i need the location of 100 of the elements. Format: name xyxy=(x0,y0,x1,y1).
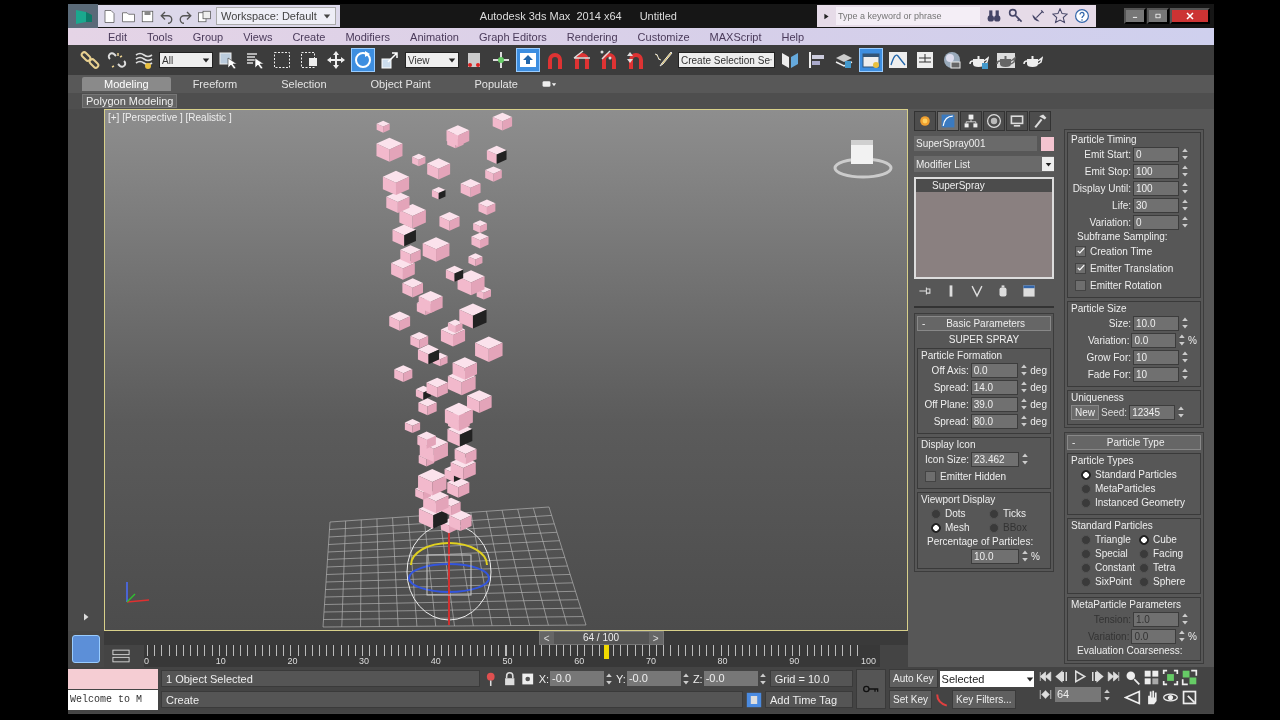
document-button[interactable] xyxy=(102,8,117,24)
number-field[interactable]: 0 xyxy=(1133,146,1179,162)
coordinate-field[interactable]: -0.0 xyxy=(626,671,681,686)
ribbon-panel-button[interactable]: Polygon Modeling xyxy=(82,94,178,108)
ribbon-tab[interactable]: Object Paint xyxy=(348,77,453,91)
spinner-arrows-icon[interactable] xyxy=(1181,181,1189,195)
radio-button[interactable] xyxy=(1139,548,1149,559)
radio-button[interactable] xyxy=(1081,562,1091,573)
menu-item[interactable]: Edit xyxy=(108,30,127,43)
zoom-icon[interactable] xyxy=(1124,669,1141,686)
time-tag-button[interactable] xyxy=(746,691,762,708)
number-field[interactable]: 0 xyxy=(1133,214,1179,230)
project-folder-button[interactable] xyxy=(197,8,212,24)
fork-icon[interactable] xyxy=(970,284,984,298)
time-tag-field[interactable]: Add Time Tag xyxy=(765,691,853,708)
checkbox[interactable] xyxy=(925,470,936,482)
link-button[interactable] xyxy=(78,48,102,72)
script-field[interactable] xyxy=(68,669,158,689)
checkbox[interactable] xyxy=(1075,279,1086,291)
spinner-arrows-icon[interactable] xyxy=(1181,215,1189,229)
frame-field[interactable]: 64 xyxy=(1055,687,1101,702)
number-field[interactable]: 100 xyxy=(1133,163,1179,179)
override-button[interactable] xyxy=(516,48,540,72)
viewport-label[interactable]: [+] [Perspective ] [Realistic ] xyxy=(108,112,232,123)
spinner-arrows-icon[interactable] xyxy=(1178,629,1187,643)
new-button[interactable]: New xyxy=(1071,404,1099,420)
menu-item[interactable]: Create xyxy=(292,30,326,43)
panel-tab[interactable] xyxy=(983,111,1005,131)
dropdown[interactable]: View xyxy=(405,52,459,68)
radio-button[interactable] xyxy=(1081,576,1091,587)
menu-item[interactable]: Rendering xyxy=(566,30,618,43)
help-icon[interactable] xyxy=(1073,8,1090,24)
panel-tab[interactable] xyxy=(937,111,959,131)
number-field[interactable]: 12345 xyxy=(1129,404,1176,420)
menu-item[interactable]: MAXScript xyxy=(709,30,762,43)
floppy-button[interactable] xyxy=(140,8,155,24)
star-icon[interactable] xyxy=(1051,8,1068,24)
track-bar[interactable]: 0 10 20 30 40 50 60 70 80 90 100 xyxy=(144,645,880,667)
spinner-arrows-icon[interactable] xyxy=(1181,367,1189,381)
auto-key-button[interactable]: Auto Key xyxy=(889,669,938,688)
ribbon-tab[interactable]: Populate xyxy=(452,77,540,91)
number-field[interactable]: 14.0 xyxy=(970,379,1019,395)
checkbox[interactable] xyxy=(1075,245,1086,257)
panel-tab[interactable] xyxy=(960,111,982,131)
key-filters-button[interactable]: Key Filters... xyxy=(952,690,1016,709)
radio-button[interactable] xyxy=(1081,497,1091,508)
panel-tab[interactable] xyxy=(1006,111,1028,131)
ribbon-tab[interactable]: Selection xyxy=(259,77,349,91)
maximize-viewport-icon[interactable] xyxy=(1181,689,1198,706)
zoom-extents-all-icon[interactable] xyxy=(1181,669,1198,686)
search-field[interactable]: Type a keyword or phrase xyxy=(835,7,980,25)
key-mode-dropdown[interactable]: Selected xyxy=(939,670,1034,687)
name-field[interactable]: SuperSpray001 xyxy=(914,136,1037,151)
coordinate-field[interactable]: -0.0 xyxy=(550,671,605,686)
viewport[interactable]: [+] [Perspective ] [Realistic ] xyxy=(104,109,908,631)
go-to-start-icon[interactable] xyxy=(1038,669,1053,684)
spinner-arrows-icon[interactable] xyxy=(1020,397,1029,411)
spinner-arrows-icon[interactable] xyxy=(1177,405,1186,419)
checkbox[interactable] xyxy=(1075,262,1086,274)
time-slider-thumb[interactable]: < 64 / 100 > xyxy=(538,631,664,645)
track-bar-icon[interactable] xyxy=(112,649,130,663)
radio-button[interactable] xyxy=(1081,483,1091,494)
radio-button[interactable] xyxy=(989,508,999,519)
stack-item[interactable]: SuperSpray xyxy=(916,179,1052,192)
spinner-arrows-icon[interactable] xyxy=(1021,452,1029,466)
layout-toggle-button[interactable] xyxy=(72,635,100,663)
radio-button[interactable] xyxy=(931,508,941,519)
color-swatch[interactable] xyxy=(1041,136,1054,151)
radio-button[interactable] xyxy=(1139,534,1149,545)
number-field[interactable]: 39.0 xyxy=(970,396,1019,412)
set-key-button[interactable]: Set Key xyxy=(889,690,933,709)
next-frame-button[interactable]: > xyxy=(648,632,663,644)
modifier-stack[interactable]: SuperSpray xyxy=(914,177,1054,279)
field-of-view-icon[interactable] xyxy=(1124,689,1141,706)
menu-item[interactable]: Group xyxy=(192,30,224,43)
explorer-button[interactable] xyxy=(859,48,883,72)
spinner-arrows-icon[interactable] xyxy=(758,671,767,686)
number-field[interactable]: 30 xyxy=(1133,197,1179,213)
spinner-arrows-icon[interactable] xyxy=(1181,316,1189,330)
expand-icon[interactable] xyxy=(822,11,830,21)
radio-button[interactable] xyxy=(1139,576,1149,587)
play-icon[interactable] xyxy=(1072,669,1087,684)
number-field[interactable]: 10 xyxy=(1133,366,1179,382)
radio-button[interactable] xyxy=(1139,562,1149,573)
listener-field[interactable]: Welcome to M xyxy=(68,690,158,710)
rollout-header[interactable]: - Basic Parameters xyxy=(917,316,1051,331)
menu-item[interactable]: Animation xyxy=(410,30,459,43)
radio-button[interactable] xyxy=(1081,534,1091,545)
number-field[interactable]: 80.0 xyxy=(970,413,1019,429)
spinner-arrows-icon[interactable] xyxy=(1021,549,1029,563)
dropdown[interactable]: Create Selection Se xyxy=(678,52,775,68)
radio-button[interactable] xyxy=(1081,548,1091,559)
zoom-extents-icon[interactable] xyxy=(1162,669,1179,686)
radio-button[interactable] xyxy=(1081,469,1091,480)
menu-item[interactable]: Help xyxy=(781,30,805,43)
minimize-button[interactable] xyxy=(1124,8,1146,24)
spinner-arrows-icon[interactable] xyxy=(1103,687,1111,702)
maximize-button[interactable] xyxy=(1147,8,1169,24)
radio-button[interactable] xyxy=(931,522,941,533)
menu-item[interactable]: Tools xyxy=(146,30,173,43)
